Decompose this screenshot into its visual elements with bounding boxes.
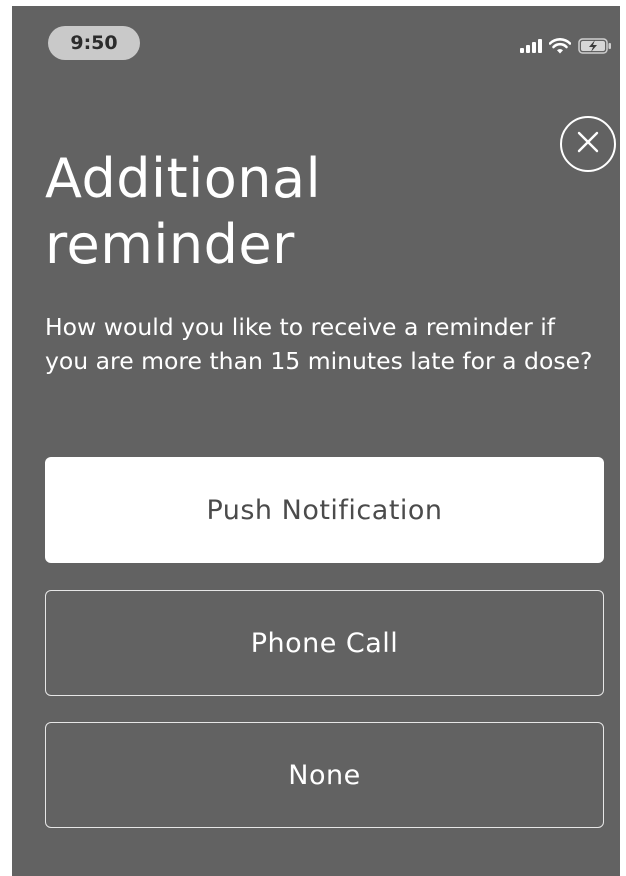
option-label: None — [288, 759, 361, 791]
close-button[interactable] — [560, 116, 616, 172]
status-icons — [520, 36, 612, 56]
battery-charging-icon — [578, 38, 612, 54]
option-phone-call[interactable]: Phone Call — [45, 590, 604, 696]
option-label: Phone Call — [250, 627, 399, 659]
option-label: Push Notification — [206, 494, 443, 526]
reminder-screen: 9:50 Additional reminder How would you l… — [12, 6, 620, 876]
page-title: Additional reminder — [45, 147, 322, 276]
status-time: 9:50 — [48, 26, 140, 60]
reminder-question: How would you like to receive a reminder… — [45, 313, 593, 375]
option-push-notification[interactable]: Push Notification — [45, 457, 604, 563]
cellular-signal-icon — [520, 39, 542, 53]
option-none[interactable]: None — [45, 722, 604, 828]
wifi-icon — [549, 38, 571, 54]
close-icon — [576, 130, 600, 158]
